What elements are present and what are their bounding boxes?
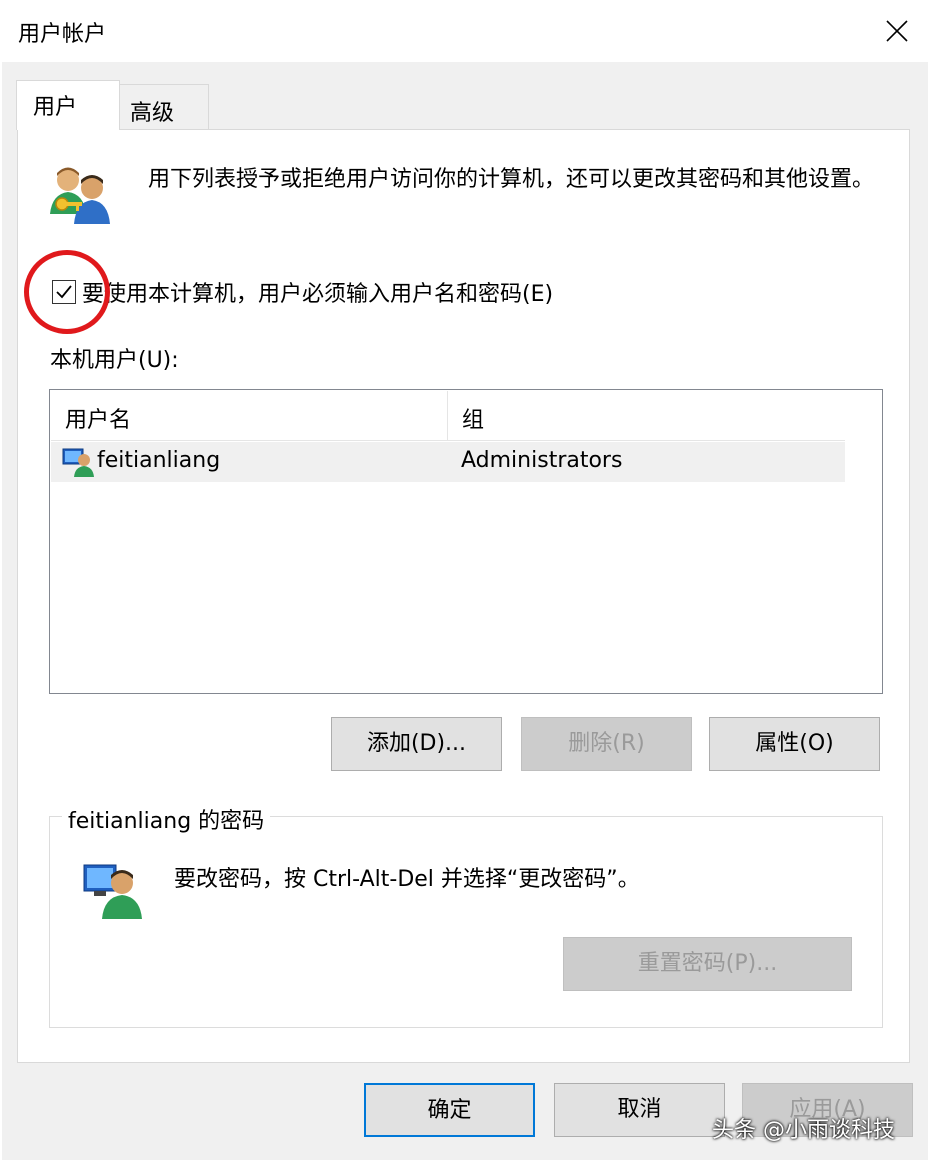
cancel-button[interactable]: 取消 bbox=[554, 1083, 725, 1137]
tab-advanced[interactable]: 高级 bbox=[119, 84, 209, 129]
row-username: feitianliang bbox=[97, 448, 221, 473]
user-computer-icon bbox=[83, 864, 142, 919]
title-bar: 用户帐户 bbox=[0, 0, 930, 62]
tab-users[interactable]: 用户 bbox=[16, 80, 120, 130]
window-title: 用户帐户 bbox=[18, 22, 107, 47]
description-text: 用下列表授予或拒绝用户访问你的计算机，还可以更改其密码和其他设置。 bbox=[148, 167, 875, 192]
add-button[interactable]: 添加(D)... bbox=[331, 717, 502, 771]
column-header-group[interactable]: 组 bbox=[447, 391, 845, 441]
row-group: Administrators bbox=[461, 448, 623, 473]
ok-button[interactable]: 确定 bbox=[364, 1083, 535, 1137]
close-button[interactable] bbox=[868, 6, 926, 56]
tab-advanced-label: 高级 bbox=[130, 101, 175, 126]
user-computer-icon bbox=[62, 448, 94, 477]
password-groupbox: feitianliang 的密码 要改密码，按 Ctrl-Alt-Del 并选择… bbox=[49, 803, 883, 1028]
remove-button[interactable]: 删除(R) bbox=[521, 717, 692, 771]
local-users-label: 本机用户(U): bbox=[50, 348, 179, 373]
users-key-icon bbox=[50, 167, 110, 224]
list-header: 用户名 组 bbox=[51, 391, 845, 441]
password-instructions: 要改密码，按 Ctrl-Alt-Del 并选择“更改密码”。 bbox=[174, 867, 640, 892]
watermark: 头条 @小雨谈科技 bbox=[712, 1118, 895, 1143]
require-login-label[interactable]: 要使用本计算机，用户必须输入用户名和密码(E) bbox=[82, 276, 553, 308]
properties-button[interactable]: 属性(O) bbox=[709, 717, 880, 771]
password-group-title: feitianliang 的密码 bbox=[62, 803, 271, 835]
column-header-username[interactable]: 用户名 bbox=[65, 391, 445, 441]
user-accounts-window: 用户帐户 用户 高级 用下列表授予或拒绝用户访问你的计算机，还可以更改其密码和其… bbox=[0, 0, 930, 1162]
reset-password-button[interactable]: 重置密码(P)... bbox=[563, 937, 852, 991]
tab-users-label: 用户 bbox=[33, 95, 78, 120]
table-row[interactable]: feitianliang Administrators bbox=[51, 442, 845, 482]
users-list[interactable]: 用户名 组 feitianliang Administrators bbox=[49, 389, 883, 694]
close-icon bbox=[886, 20, 908, 42]
users-tab-panel: 用下列表授予或拒绝用户访问你的计算机，还可以更改其密码和其他设置。 要使用本计算… bbox=[17, 129, 910, 1063]
highlight-circle bbox=[24, 250, 110, 334]
dialog-client-area: 用户 高级 用下列表授予或拒绝用户访问你的计算机，还可以更改其密码和其他设置。 bbox=[2, 62, 928, 1160]
